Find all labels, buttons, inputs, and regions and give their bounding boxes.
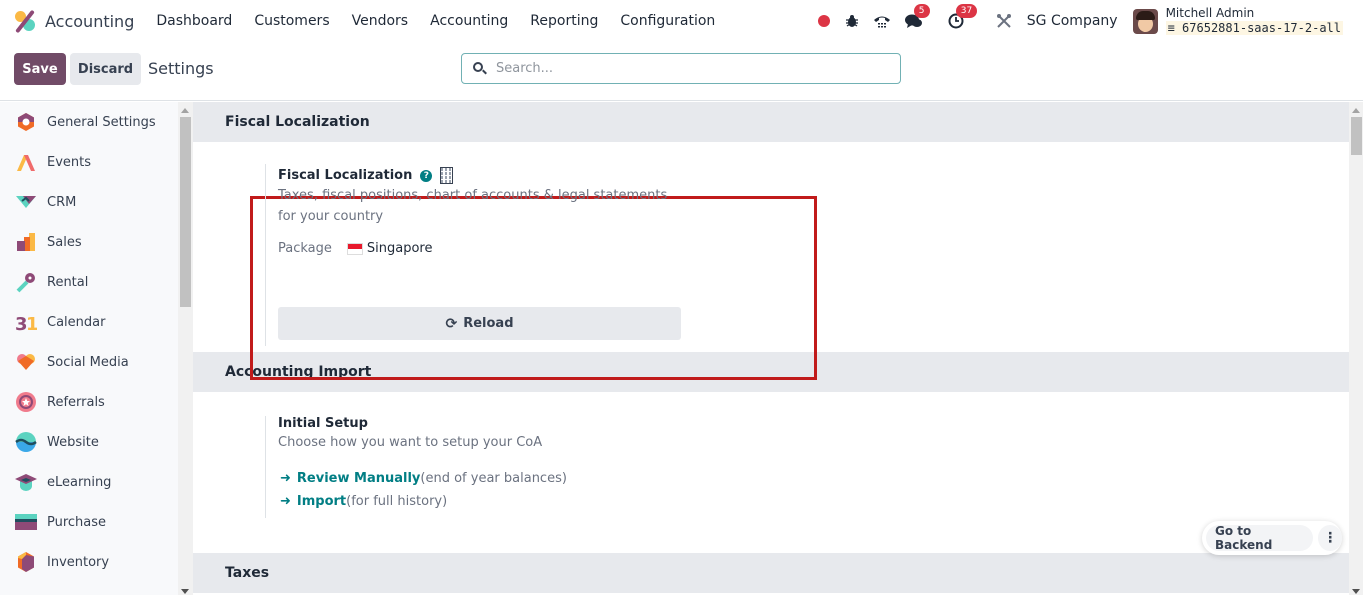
systray: 5 37 SG Company Mitchell Admin ≡ 6765288… [813,0,1363,42]
singapore-flag-icon [346,242,363,255]
svg-text:1: 1 [26,314,37,333]
main-menu: Dashboard Customers Vendors Accounting R… [145,13,726,29]
more-options-icon[interactable]: ⋮ [1318,525,1342,551]
general-settings-icon [15,111,37,133]
user-menu[interactable]: Mitchell Admin ≡ 67652881-saas-17-2-all [1165,6,1343,36]
initial-setup-setting: Initial Setup Choose how you want to set… [193,392,1349,553]
top-navbar: Accounting Dashboard Customers Vendors A… [0,0,1363,42]
scroll-down-arrow-icon[interactable] [1352,589,1360,594]
reload-button[interactable]: ⟳ Reload [278,307,681,340]
menu-accounting[interactable]: Accounting [419,13,519,29]
website-icon [15,431,37,453]
search-box[interactable] [461,53,901,84]
menu-customers[interactable]: Customers [243,13,340,29]
refresh-icon: ⟳ [445,315,458,332]
database-name: 67652881-saas-17-2-all [1182,21,1341,35]
rental-icon [15,271,37,293]
import-link[interactable]: Import [297,494,346,509]
sidebar-item-referrals[interactable]: Referrals [0,382,178,422]
package-field[interactable]: Singapore [346,241,433,256]
scroll-up-arrow-icon[interactable] [1352,108,1360,113]
import-row: ➜ Import(for full history) [280,494,448,509]
arrow-right-icon: ➜ [280,471,291,486]
record-icon[interactable] [813,10,835,32]
sidebar-item-elearning[interactable]: eLearning [0,462,178,502]
messages-badge: 5 [913,4,930,18]
debug-bug-icon[interactable] [841,10,863,32]
sidebar-item-rental[interactable]: Rental [0,262,178,302]
page-title: Settings [148,59,214,78]
menu-dashboard[interactable]: Dashboard [145,13,243,29]
go-to-backend-button[interactable]: Go to Backend [1206,524,1314,552]
messages-icon[interactable]: 5 [903,4,930,32]
package-value: Singapore [366,241,433,256]
database-icon: ≡ [1167,21,1175,35]
fiscal-localization-setting: Fiscal Localization ? Taxes, fiscal posi… [193,142,1349,380]
main-scrollbar[interactable] [1349,102,1363,595]
setting-title: Fiscal Localization [278,168,413,183]
sidebar-item-social-media[interactable]: Social Media [0,342,178,382]
save-button[interactable]: Save [14,53,66,85]
user-avatar[interactable] [1132,8,1158,34]
sidebar-scrollbar[interactable] [178,102,193,595]
sidebar-item-calendar[interactable]: 31 Calendar [0,302,178,342]
social-media-icon [15,351,37,373]
activities-badge: 37 [955,4,978,18]
elearning-icon [15,471,37,493]
app-brand[interactable]: Accounting [14,9,135,34]
review-manually-link[interactable]: Review Manually [297,471,421,486]
calendar-icon: 31 [15,311,39,335]
purchase-icon [15,511,37,533]
scroll-down-arrow-icon[interactable] [181,589,189,594]
section-heading-taxes: Taxes [193,553,1349,593]
phone-icon[interactable] [871,10,893,32]
sidebar-item-sales[interactable]: Sales [0,222,178,262]
events-icon [15,151,37,173]
setting-description: Choose how you want to setup your CoA [278,435,543,450]
sidebar-item-crm[interactable]: CRM [0,182,178,222]
arrow-right-icon: ➜ [280,494,291,509]
scroll-up-arrow-icon[interactable] [181,108,189,113]
setting-description: Taxes, fiscal positions, chart of accoun… [278,188,668,224]
help-icon[interactable]: ? [420,169,433,182]
sidebar-item-purchase[interactable]: Purchase [0,502,178,542]
settings-content: Fiscal Localization Fiscal Localization … [193,102,1349,595]
company-switcher[interactable]: SG Company [1027,13,1118,29]
tools-icon[interactable] [993,10,1015,32]
user-name: Mitchell Admin [1165,6,1255,20]
activities-clock-icon[interactable]: 37 [945,4,978,32]
sidebar-item-general-settings[interactable]: General Settings [0,102,178,142]
search-input[interactable] [496,61,876,76]
sidebar-item-events[interactable]: Events [0,142,178,182]
floating-actions: Go to Backend ⋮ [1202,521,1342,555]
inventory-icon [15,551,37,573]
search-icon [472,61,488,77]
menu-vendors[interactable]: Vendors [341,13,419,29]
section-heading-fiscal-localization: Fiscal Localization [193,102,1349,142]
menu-reporting[interactable]: Reporting [519,13,609,29]
discard-button[interactable]: Discard [70,53,141,85]
sidebar-item-inventory[interactable]: Inventory [0,542,178,582]
menu-configuration[interactable]: Configuration [609,13,726,29]
crm-icon [15,191,37,213]
referrals-icon [15,391,37,413]
control-panel: Save Discard Settings [0,42,1363,101]
company-building-icon [440,167,454,184]
settings-sidebar: General Settings Events CRM Sales Rental… [0,102,178,595]
app-name: Accounting [45,11,135,31]
review-manually-row: ➜ Review Manually(end of year balances) [280,471,567,486]
package-label: Package [278,241,332,256]
main-scrollbar-thumb[interactable] [1351,117,1362,155]
sidebar-scrollbar-thumb[interactable] [180,117,191,307]
setting-title: Initial Setup [278,416,368,431]
sales-icon [15,231,37,253]
sidebar-item-website[interactable]: Website [0,422,178,462]
accounting-logo-icon [14,9,36,34]
